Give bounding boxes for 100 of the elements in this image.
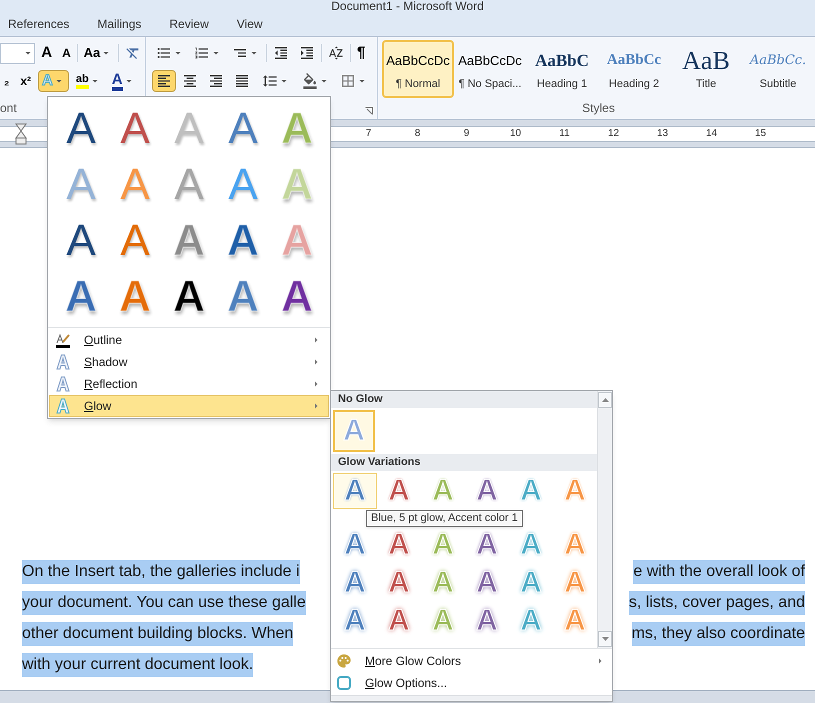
menu-item[interactable]: Reflection <box>49 373 329 395</box>
align-icon <box>182 73 198 89</box>
style-name: ¶ Normal <box>396 76 440 92</box>
letter-sample: A <box>343 419 365 443</box>
down-arrow-icon <box>602 637 608 641</box>
decrease-indent-icon <box>273 45 289 61</box>
increase-indent-icon <box>299 45 315 61</box>
style-gallery-item[interactable]: AaBbCcDc ¶ Normal <box>382 40 454 98</box>
document-text: with your current document look. <box>22 652 254 676</box>
ruler-number: 9 <box>462 127 470 141</box>
align-icon <box>156 73 172 89</box>
menu-item[interactable]: Outline <box>49 329 329 351</box>
text-effect-sample[interactable]: A <box>228 107 258 151</box>
change-case-button[interactable]: Aa <box>80 42 116 64</box>
ribbon-tab[interactable]: Mailings <box>97 15 142 33</box>
section-heading: No Glow <box>331 391 597 408</box>
ribbon-tab[interactable]: Review <box>169 15 209 33</box>
text-effect-sample[interactable]: A <box>173 219 205 263</box>
text-effect-sample[interactable]: A <box>227 219 259 263</box>
text-effect-sample[interactable]: A <box>65 275 97 319</box>
highlight-button[interactable]: ab <box>72 70 105 92</box>
glow-option[interactable]: A <box>333 473 377 509</box>
dialog-launcher-icon[interactable] <box>365 107 373 115</box>
align-icon <box>208 73 224 89</box>
style-preview: AaBbCcDc <box>386 52 450 70</box>
scroll-down-button[interactable] <box>598 631 612 647</box>
subscript-button[interactable]: ₂ <box>0 70 14 92</box>
style-gallery-item[interactable]: AaBbCc Heading 2 <box>598 40 670 98</box>
align-button[interactable] <box>152 70 176 92</box>
bulleted-list-icon <box>156 45 172 61</box>
indent-marker-icon[interactable] <box>15 122 27 144</box>
style-name: ¶ No Spaci... <box>458 76 522 92</box>
ruler-number: 12 <box>606 127 620 141</box>
line-spacing-icon <box>262 73 278 89</box>
numbered-list-icon <box>194 45 210 61</box>
document-text: other document building blocks. When <box>22 622 294 646</box>
text-effect-sample[interactable]: A <box>119 275 151 319</box>
ruler-number: 8 <box>414 127 422 141</box>
reflection-effect-icon <box>56 376 70 392</box>
group-label: Styles <box>582 100 615 117</box>
text-effect-sample[interactable]: A <box>173 275 205 319</box>
style-preview: AaB <box>682 46 730 76</box>
scroll-up-button[interactable] <box>598 392 612 408</box>
style-preview: AaBbCc. <box>750 52 806 70</box>
ribbon-tab[interactable]: View <box>236 15 263 33</box>
style-gallery-item[interactable]: AaBbCc. Subtitle <box>742 40 814 98</box>
group-label: ont <box>0 100 18 117</box>
ruler-number: 11 <box>558 127 571 141</box>
text-effect-sample[interactable]: A <box>281 275 313 319</box>
paint-bucket-icon <box>302 73 318 89</box>
ribbon-tab[interactable]: References <box>8 15 70 33</box>
text-effect-sample[interactable]: A <box>66 219 96 263</box>
document-text: ms, they also coordinate <box>632 622 805 646</box>
menu-item[interactable]: More Glow Colors <box>331 650 612 672</box>
document-text: e with the overall look of <box>633 560 805 584</box>
menu-item[interactable]: Shadow <box>49 351 329 373</box>
superscript-button[interactable]: x² <box>16 70 36 92</box>
glow-letter-sample: A <box>344 479 366 503</box>
font-color-button[interactable]: A <box>108 70 139 92</box>
text-effect-sample[interactable]: A <box>174 163 204 207</box>
text-effect-sample[interactable]: A <box>120 219 150 263</box>
sort-icon <box>328 45 344 61</box>
borders-icon <box>340 73 356 89</box>
align-icon <box>234 73 250 89</box>
style-preview: AaBbCc <box>606 51 662 70</box>
menu-item[interactable]: Glow <box>49 395 329 417</box>
text-effect-sample[interactable]: A <box>120 107 150 151</box>
text-effect-sample[interactable]: A <box>228 163 258 207</box>
style-name: Subtitle <box>760 76 796 92</box>
ruler-number: 14 <box>704 127 718 141</box>
section-heading: Glow Variations <box>331 454 597 471</box>
style-preview: AaBbCcDc <box>458 52 522 70</box>
palette-icon <box>336 653 352 669</box>
ruler-number: 15 <box>754 127 768 141</box>
style-name: Heading 2 <box>608 76 660 92</box>
style-gallery-item[interactable]: AaBbC Heading 1 <box>526 40 598 98</box>
menu-item[interactable]: Glow Options... <box>331 672 612 694</box>
tooltip: Blue, 5 pt glow, Accent color 1 <box>366 510 523 527</box>
ruler-number: 10 <box>508 127 522 141</box>
up-arrow-icon <box>602 398 608 402</box>
style-name: Heading 1 <box>536 76 588 92</box>
scrollbar[interactable] <box>597 391 612 648</box>
style-gallery-item[interactable]: AaB Title <box>670 40 742 98</box>
style-preview: AaBbC <box>535 50 589 72</box>
window-title: Document1 - Microsoft Word <box>331 0 484 12</box>
glow-effect-icon <box>56 398 70 414</box>
ruler-number: 13 <box>656 127 670 141</box>
pilcrow-button[interactable]: ¶ <box>353 42 370 64</box>
style-name: Title <box>696 76 716 92</box>
document-text: your document. You can use these galle <box>22 590 306 614</box>
shrink-font-button[interactable]: A <box>58 42 75 64</box>
ruler-number: 7 <box>364 127 372 141</box>
resize-grip[interactable] <box>331 695 612 701</box>
grow-font-button[interactable]: A <box>37 42 56 64</box>
pen-outline-icon <box>55 332 71 348</box>
document-text: On the Insert tab, the galleries include i <box>22 560 300 584</box>
text-effect-sample[interactable]: A <box>227 275 259 319</box>
style-gallery-item[interactable]: AaBbCcDc ¶ No Spaci... <box>454 40 526 98</box>
shadow-effect-icon <box>56 354 70 370</box>
text-effect-sample[interactable]: A <box>66 107 96 151</box>
